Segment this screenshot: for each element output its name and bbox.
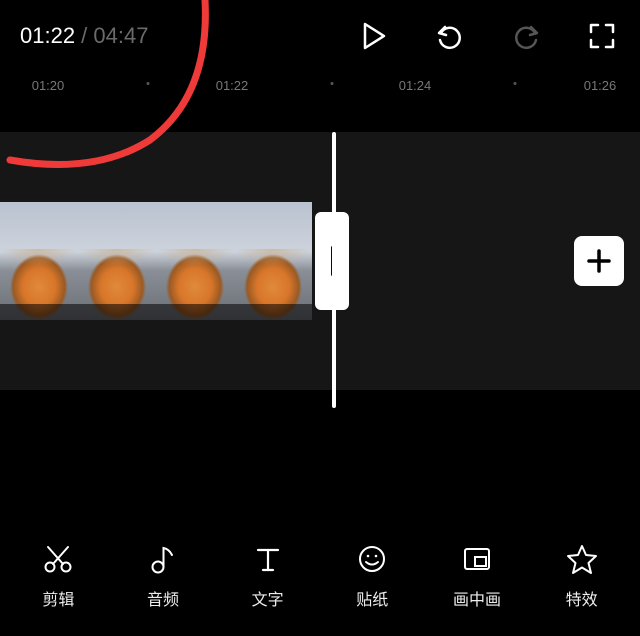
current-time: 01:22 bbox=[20, 23, 75, 48]
tool-pip[interactable]: 画中画 bbox=[432, 542, 522, 610]
tool-label: 画中画 bbox=[453, 586, 501, 610]
tool-label: 文字 bbox=[252, 586, 284, 610]
time-display: 01:22 / 04:47 bbox=[20, 23, 358, 49]
thumbnail-frame bbox=[156, 202, 234, 320]
tool-audio[interactable]: 音频 bbox=[118, 542, 208, 610]
timeline-ruler[interactable]: 01:20 01:22 01:24 01:26 bbox=[0, 72, 640, 106]
thumbnail-frame bbox=[234, 202, 312, 320]
tool-text[interactable]: 文字 bbox=[223, 542, 313, 610]
tool-label: 音频 bbox=[147, 586, 179, 610]
tool-label: 剪辑 bbox=[42, 586, 74, 610]
music-note-icon bbox=[146, 542, 180, 576]
play-icon bbox=[362, 22, 386, 50]
ruler-tick bbox=[514, 82, 517, 85]
play-button[interactable] bbox=[358, 20, 390, 52]
sub-track[interactable] bbox=[0, 320, 640, 390]
ruler-mark: 01:24 bbox=[399, 78, 432, 93]
ruler-mark: 01:22 bbox=[216, 78, 249, 93]
thumbnail-frame bbox=[78, 202, 156, 320]
total-time: 04:47 bbox=[93, 23, 148, 48]
scissors-icon bbox=[41, 542, 75, 576]
picture-in-picture-icon bbox=[460, 542, 494, 576]
sticker-icon bbox=[355, 542, 389, 576]
tool-effects[interactable]: 特效 bbox=[537, 542, 627, 610]
undo-button[interactable] bbox=[434, 20, 466, 52]
video-track[interactable] bbox=[0, 202, 640, 320]
timeline-area[interactable] bbox=[0, 132, 640, 390]
ruler-mark: 01:20 bbox=[32, 78, 65, 93]
header-actions bbox=[358, 20, 618, 52]
playhead[interactable] bbox=[332, 132, 336, 408]
plus-icon bbox=[586, 248, 612, 274]
undo-icon bbox=[435, 21, 465, 51]
thumbnail-frame bbox=[0, 202, 78, 320]
audio-track[interactable] bbox=[0, 132, 640, 202]
ruler-tick bbox=[331, 82, 334, 85]
star-icon bbox=[565, 542, 599, 576]
clip-thumbnails[interactable] bbox=[0, 202, 312, 320]
ruler-tick bbox=[147, 82, 150, 85]
expand-icon bbox=[589, 23, 615, 49]
tool-edit[interactable]: 剪辑 bbox=[13, 542, 103, 610]
tool-label: 特效 bbox=[566, 586, 598, 610]
header-bar: 01:22 / 04:47 bbox=[0, 0, 640, 72]
ruler-mark: 01:26 bbox=[584, 78, 617, 93]
text-icon bbox=[251, 542, 285, 576]
redo-icon bbox=[511, 21, 541, 51]
redo-button[interactable] bbox=[510, 20, 542, 52]
toolbar: 剪辑 音频 文字 贴纸 画中画 特效 bbox=[0, 526, 640, 636]
fullscreen-button[interactable] bbox=[586, 20, 618, 52]
tool-label: 贴纸 bbox=[356, 586, 388, 610]
time-separator: / bbox=[75, 23, 93, 48]
tool-sticker[interactable]: 贴纸 bbox=[327, 542, 417, 610]
add-clip-button[interactable] bbox=[574, 236, 624, 286]
